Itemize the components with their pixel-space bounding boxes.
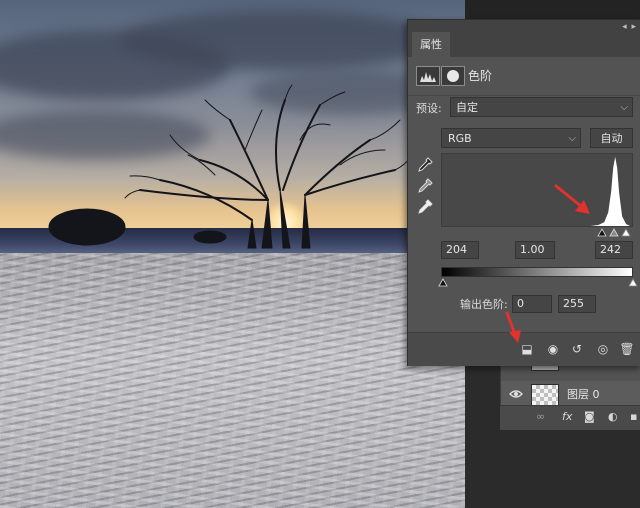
histogram: [441, 153, 633, 227]
cloud: [120, 10, 440, 70]
white-point-eyedropper-icon[interactable]: [416, 198, 434, 216]
snow-field: [0, 253, 465, 508]
channel-value: RGB: [448, 132, 472, 145]
layer-thumbnail: [531, 384, 559, 406]
input-level-sliders[interactable]: [441, 227, 633, 237]
input-white-field[interactable]: 242: [595, 241, 633, 259]
document-canvas[interactable]: [0, 0, 465, 508]
reset-icon[interactable]: ↺: [566, 339, 588, 359]
eye-icon[interactable]: [509, 388, 523, 400]
output-white-field[interactable]: 255: [558, 295, 596, 313]
output-black-field[interactable]: 0: [512, 295, 552, 313]
clip-to-layer-icon[interactable]: ⬓: [516, 339, 538, 359]
levels-icon[interactable]: [416, 66, 440, 86]
layers-panel-footer: ∞ fx ◙ ◐ ▪: [500, 405, 640, 430]
tab-properties[interactable]: 属性: [412, 32, 450, 57]
adjustment-type-row: 色阶: [408, 57, 640, 96]
preset-value: 自定: [456, 101, 478, 114]
delete-icon[interactable]: 🗑: [616, 339, 638, 359]
channel-dropdown[interactable]: RGB ⌵: [441, 128, 581, 148]
preset-dropdown[interactable]: 自定 ⌵: [450, 97, 633, 117]
input-black-field[interactable]: 204: [441, 241, 479, 259]
link-icon[interactable]: ∞: [536, 410, 545, 423]
output-black-slider[interactable]: [438, 278, 448, 287]
output-levels-label: 输出色阶:: [460, 298, 508, 311]
fx-icon[interactable]: fx: [562, 410, 572, 423]
chevron-down-icon: ⌵: [620, 102, 628, 113]
visibility-icon[interactable]: ◎: [592, 339, 614, 359]
output-gradient-bar: [441, 267, 633, 277]
adjustment-type-label: 色阶: [468, 69, 493, 83]
chevron-down-icon: ⌵: [568, 133, 576, 144]
preset-label: 预设:: [416, 102, 442, 115]
panel-dock-titlebar: [465, 0, 640, 20]
input-black-slider[interactable]: [597, 228, 607, 237]
input-gamma-slider[interactable]: [609, 228, 619, 237]
properties-panel-header: 属性 ◂ ▸: [408, 20, 640, 57]
auto-button[interactable]: 自动: [590, 128, 633, 148]
adjustment-icon[interactable]: ◐: [608, 410, 618, 423]
input-white-slider[interactable]: [621, 228, 631, 237]
input-gamma-field[interactable]: 1.00: [515, 241, 555, 259]
new-layer-icon[interactable]: ▪: [630, 410, 637, 423]
layer-row[interactable]: 图层 0: [501, 381, 640, 407]
properties-panel: 属性 ◂ ▸ 色阶 预设: 自定 ⌵ RGB ⌵ 自动 204 1.00 242: [407, 19, 640, 366]
tree-silhouettes: [48, 84, 411, 249]
output-white-slider[interactable]: [628, 278, 638, 287]
panel-collapse-icon[interactable]: ◂ ▸: [622, 22, 637, 32]
output-level-sliders[interactable]: [438, 277, 638, 287]
gray-point-eyedropper-icon[interactable]: [416, 177, 434, 195]
add-mask-icon[interactable]: ◙: [584, 410, 595, 423]
properties-panel-footer: ⬓ ◉ ↺ ◎ 🗑: [408, 332, 640, 366]
view-previous-icon[interactable]: ◉: [542, 339, 564, 359]
mask-icon[interactable]: [441, 66, 465, 86]
layer-name: 图层 0: [567, 388, 600, 401]
black-point-eyedropper-icon[interactable]: [416, 156, 434, 174]
